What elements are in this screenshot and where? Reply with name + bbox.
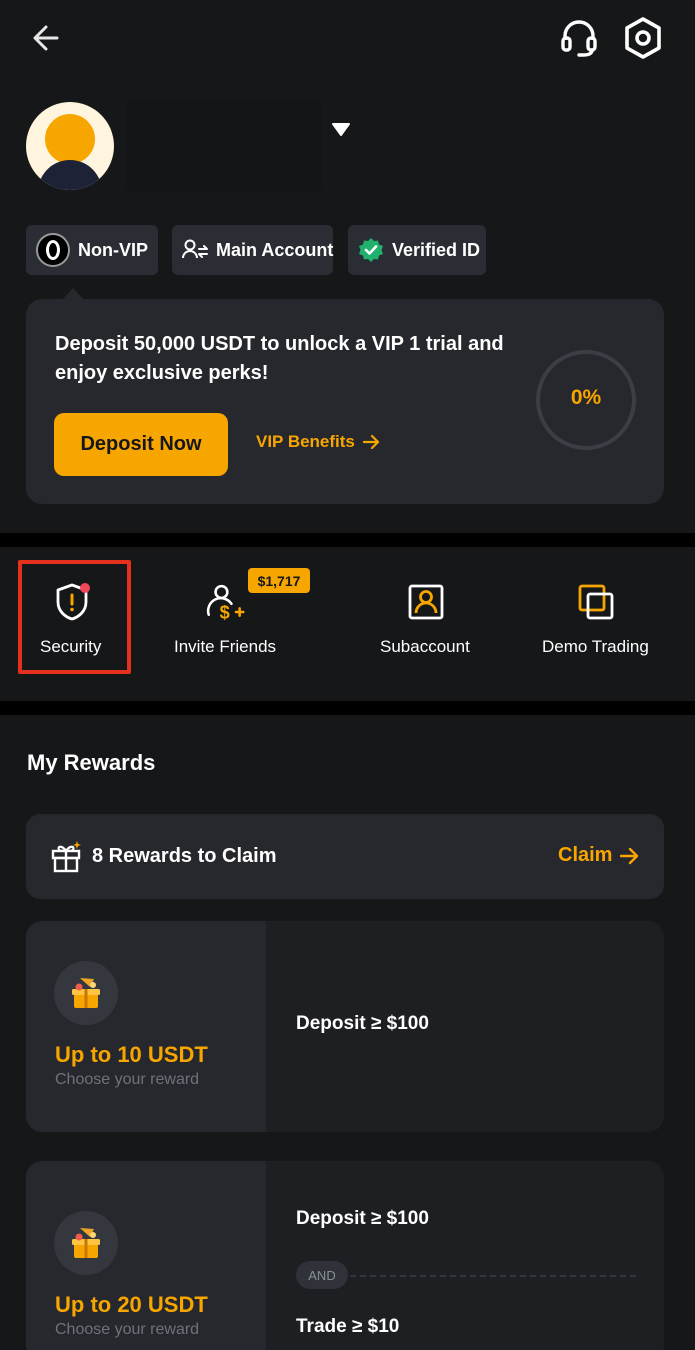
claim-link[interactable]: Claim (558, 844, 640, 867)
security-action[interactable]: Security (20, 580, 128, 670)
reward-condition: Trade ≥ $10 (296, 1316, 400, 1337)
demo-trading-action[interactable]: Demo Trading (536, 580, 660, 670)
verified-badge-icon (358, 237, 384, 263)
vip-zero-icon (36, 233, 70, 267)
headset-icon (561, 20, 597, 57)
vip-benefits-label: VIP Benefits (256, 432, 355, 451)
rewards-title: My Rewards (27, 750, 156, 775)
claim-label: Claim (558, 844, 613, 866)
reward-condition: Deposit ≥ $100 (296, 1013, 429, 1034)
invite-reward-badge: $1,717 (248, 568, 310, 593)
security-label: Security (40, 637, 102, 656)
account-type-chip[interactable]: Main Account (172, 225, 333, 275)
reward-subtitle: Choose your reward (55, 1321, 200, 1338)
reward-amount: Up to 20 USDT (55, 1292, 208, 1317)
condition-joiner-pill: AND (296, 1261, 348, 1289)
notification-dot (80, 583, 90, 593)
avatar[interactable] (26, 102, 114, 190)
gift-box-icon (54, 1211, 118, 1275)
settings-button[interactable] (620, 14, 666, 62)
arrow-left-icon (33, 25, 59, 51)
invite-friends-label: Invite Friends (174, 637, 277, 656)
subaccount-action[interactable]: Subaccount (374, 580, 478, 670)
svg-text:$: $ (220, 602, 230, 622)
gift-icon (51, 841, 81, 873)
account-switch-caret-icon[interactable] (330, 122, 352, 138)
avatar-head (45, 114, 95, 164)
gift-box-icon (54, 961, 118, 1025)
vip-benefits-link[interactable]: VIP Benefits (256, 432, 381, 452)
back-button[interactable] (24, 18, 68, 58)
reward-subtitle: Choose your reward (55, 1071, 200, 1088)
vip-progress-label: 0% (570, 386, 602, 409)
reward-card[interactable]: Up to 10 USDT Choose your reward Deposit… (26, 921, 664, 1132)
vip-upgrade-message: Deposit 50,000 USDT to unlock a VIP 1 tr… (55, 333, 504, 384)
invite-user-dollar-icon: $ (206, 580, 246, 624)
arrow-right-icon (362, 434, 379, 450)
demo-copy-squares-icon (576, 580, 616, 624)
condition-divider (350, 1275, 636, 1277)
reward-card-left (26, 921, 266, 1132)
subaccount-label: Subaccount (380, 637, 470, 656)
verified-id-label: Verified ID (392, 239, 481, 260)
deposit-now-button[interactable]: Deposit Now (54, 413, 228, 476)
vip-level-chip[interactable]: Non-VIP (26, 225, 158, 275)
reward-card[interactable]: Up to 20 USDT Choose your reward Deposit… (26, 1161, 664, 1350)
demo-trading-label: Demo Trading (542, 637, 649, 656)
arrow-right-icon (620, 847, 639, 864)
support-button[interactable] (556, 16, 602, 60)
user-switch-icon (182, 239, 208, 261)
account-type-label: Main Account (216, 239, 334, 260)
subaccount-user-icon (406, 580, 446, 624)
settings-hexagon-icon (625, 17, 661, 59)
verified-id-chip[interactable]: Verified ID (348, 225, 486, 275)
invite-friends-action[interactable]: $ Invite Friends (168, 580, 318, 670)
reward-condition: Deposit ≥ $100 (296, 1208, 429, 1229)
vip-level-label: Non-VIP (78, 239, 148, 260)
rewards-count-text: 8 Rewards to Claim (92, 845, 277, 867)
avatar-body (38, 160, 102, 190)
username-area[interactable] (126, 100, 322, 192)
reward-amount: Up to 10 USDT (55, 1042, 208, 1067)
